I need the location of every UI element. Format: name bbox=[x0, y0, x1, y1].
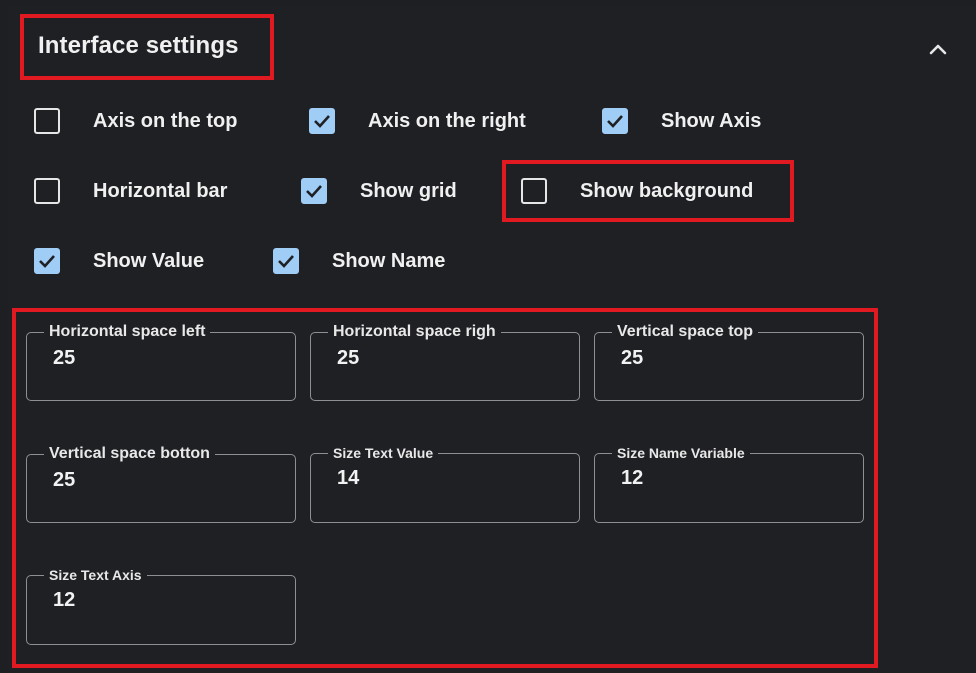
checkbox-checked-icon[interactable] bbox=[309, 108, 335, 134]
checkbox-checked-icon[interactable] bbox=[301, 178, 327, 204]
checkbox-label: Show Axis bbox=[661, 109, 762, 132]
checkbox-label: Axis on the right bbox=[368, 109, 526, 132]
checkbox-label: Horizontal bar bbox=[93, 179, 228, 202]
checkbox-show-name[interactable]: Show Name bbox=[273, 248, 445, 274]
field-label: Vertical space botton bbox=[49, 445, 210, 462]
field-label: Size Name Variable bbox=[617, 445, 745, 461]
checkbox-label: Show grid bbox=[360, 179, 457, 202]
checkbox-axis-on-top[interactable]: Axis on the top bbox=[34, 108, 237, 134]
checkbox-axis-on-right[interactable]: Axis on the right bbox=[309, 108, 526, 134]
checkbox-checked-icon[interactable] bbox=[273, 248, 299, 274]
size-text-axis-field[interactable]: Size Text Axis 12 bbox=[26, 567, 296, 645]
field-label: Horizontal space left bbox=[49, 323, 206, 340]
checkbox-horizontal-bar[interactable]: Horizontal bar bbox=[34, 178, 227, 204]
checkbox-label: Show Name bbox=[332, 249, 446, 272]
field-value[interactable]: 14 bbox=[337, 467, 579, 490]
size-name-variable-field[interactable]: Size Name Variable 12 bbox=[594, 445, 864, 523]
checkbox-checked-icon[interactable] bbox=[602, 108, 628, 134]
checkbox-unchecked-icon[interactable] bbox=[34, 108, 60, 134]
collapse-button[interactable] bbox=[920, 34, 956, 64]
checkbox-label: Axis on the top bbox=[93, 109, 238, 132]
field-value[interactable]: 25 bbox=[337, 347, 579, 370]
field-label: Vertical space top bbox=[617, 323, 754, 340]
field-value[interactable]: 25 bbox=[53, 469, 295, 492]
checkbox-show-value[interactable]: Show Value bbox=[34, 248, 204, 274]
title-highlight-box bbox=[20, 14, 274, 80]
field-value[interactable]: 12 bbox=[53, 589, 295, 612]
vertical-space-top-field[interactable]: Vertical space top 25 bbox=[594, 323, 864, 401]
field-value[interactable]: 25 bbox=[53, 347, 295, 370]
checkbox-label: Show Value bbox=[93, 249, 205, 272]
size-text-value-field[interactable]: Size Text Value 14 bbox=[310, 445, 580, 523]
horizontal-space-right-field[interactable]: Horizontal space righ 25 bbox=[310, 323, 580, 401]
show-background-highlight-box bbox=[502, 160, 794, 222]
field-label: Horizontal space righ bbox=[333, 323, 496, 340]
checkbox-show-axis[interactable]: Show Axis bbox=[602, 108, 761, 134]
field-label: Size Text Axis bbox=[49, 567, 142, 583]
horizontal-space-left-field[interactable]: Horizontal space left 25 bbox=[26, 323, 296, 401]
chevron-up-icon bbox=[929, 44, 947, 55]
checkbox-show-grid[interactable]: Show grid bbox=[301, 178, 457, 204]
field-value[interactable]: 12 bbox=[621, 467, 863, 490]
field-label: Size Text Value bbox=[333, 445, 434, 461]
vertical-space-bottom-field[interactable]: Vertical space botton 25 bbox=[26, 445, 296, 523]
field-value[interactable]: 25 bbox=[621, 347, 863, 370]
checkbox-unchecked-icon[interactable] bbox=[34, 178, 60, 204]
checkbox-checked-icon[interactable] bbox=[34, 248, 60, 274]
